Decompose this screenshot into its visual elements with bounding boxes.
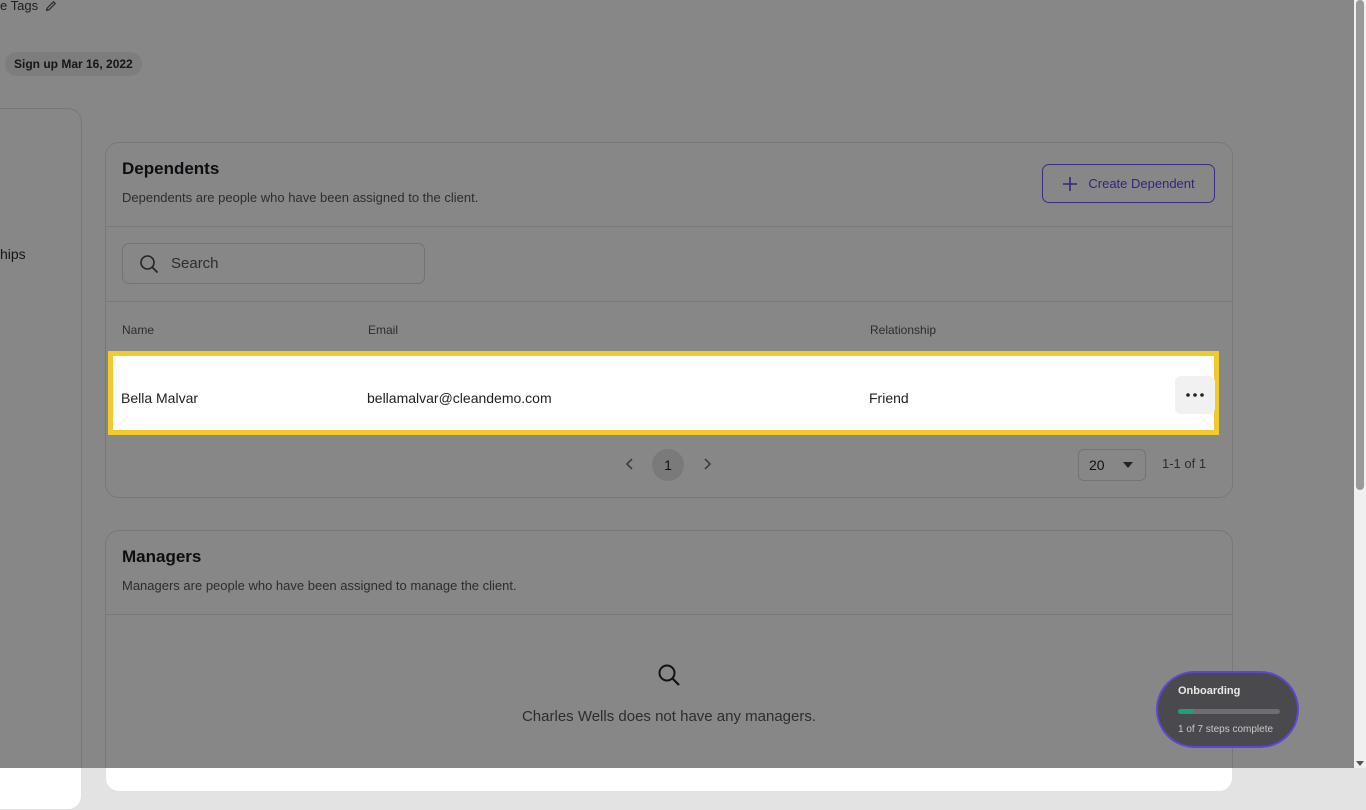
pagination-range: 1-1 of 1	[1162, 456, 1207, 471]
onboarding-widget[interactable]: Onboarding 1 of 7 steps complete	[1156, 671, 1299, 748]
cell-name: Bella Malvar	[121, 390, 199, 406]
page-scrollbar[interactable]	[1354, 0, 1366, 768]
dependents-card: Dependents Dependents are people who hav…	[105, 142, 1233, 498]
column-header-name[interactable]: Name	[122, 323, 154, 337]
search-icon	[658, 664, 680, 686]
chevron-left-icon[interactable]	[622, 456, 638, 472]
dependents-subtitle: Dependents are people who have been assi…	[122, 190, 479, 205]
table-row[interactable]: Bella Malvar bellamalvar@cleandemo.com F…	[108, 351, 1219, 435]
onboarding-title: Onboarding	[1178, 685, 1241, 697]
onboarding-progress-fill	[1178, 709, 1193, 714]
managers-card: Managers Managers are people who have be…	[105, 530, 1233, 792]
divider	[106, 614, 1232, 615]
caret-down-icon	[1122, 462, 1133, 468]
scroll-down-arrow-icon[interactable]	[1356, 761, 1364, 766]
tags-label: e Tags	[0, 0, 39, 13]
row-actions-button[interactable]	[1175, 376, 1215, 414]
more-horizontal-icon	[1186, 393, 1204, 397]
managers-title: Managers	[122, 547, 202, 566]
column-header-relationship[interactable]: Relationship	[870, 323, 936, 337]
plus-icon	[1063, 176, 1078, 191]
page-size-select[interactable]: 20	[1078, 449, 1146, 481]
page-size-value: 20	[1089, 457, 1105, 473]
search-field[interactable]	[122, 243, 425, 284]
cell-relationship: Friend	[869, 390, 909, 406]
onboarding-progress-bar	[1178, 709, 1280, 714]
tags-row[interactable]: e Tags	[0, 0, 58, 13]
dependents-title: Dependents	[122, 159, 220, 178]
sidebar-item-relationships[interactable]: hips	[0, 246, 26, 262]
managers-subtitle: Managers are people who have been assign…	[122, 578, 517, 593]
scrollbar-thumb[interactable]	[1356, 0, 1364, 490]
divider	[106, 301, 1232, 302]
page-number-button[interactable]: 1	[652, 449, 684, 481]
side-panel	[0, 108, 82, 810]
managers-empty-message: Charles Wells does not have any managers…	[521, 708, 817, 725]
create-dependent-button[interactable]: Create Dependent	[1042, 164, 1215, 203]
onboarding-steps-text: 1 of 7 steps complete	[1178, 724, 1274, 735]
column-header-email[interactable]: Email	[368, 323, 398, 337]
cell-email: bellamalvar@cleandemo.com	[367, 390, 552, 406]
search-icon	[140, 254, 159, 273]
chevron-right-icon[interactable]	[699, 456, 715, 472]
pencil-icon[interactable]	[44, 0, 58, 13]
search-input[interactable]	[169, 254, 393, 273]
signup-badge: Sign up Mar 16, 2022	[5, 52, 142, 76]
create-dependent-label: Create Dependent	[1088, 176, 1195, 191]
divider	[106, 226, 1232, 227]
